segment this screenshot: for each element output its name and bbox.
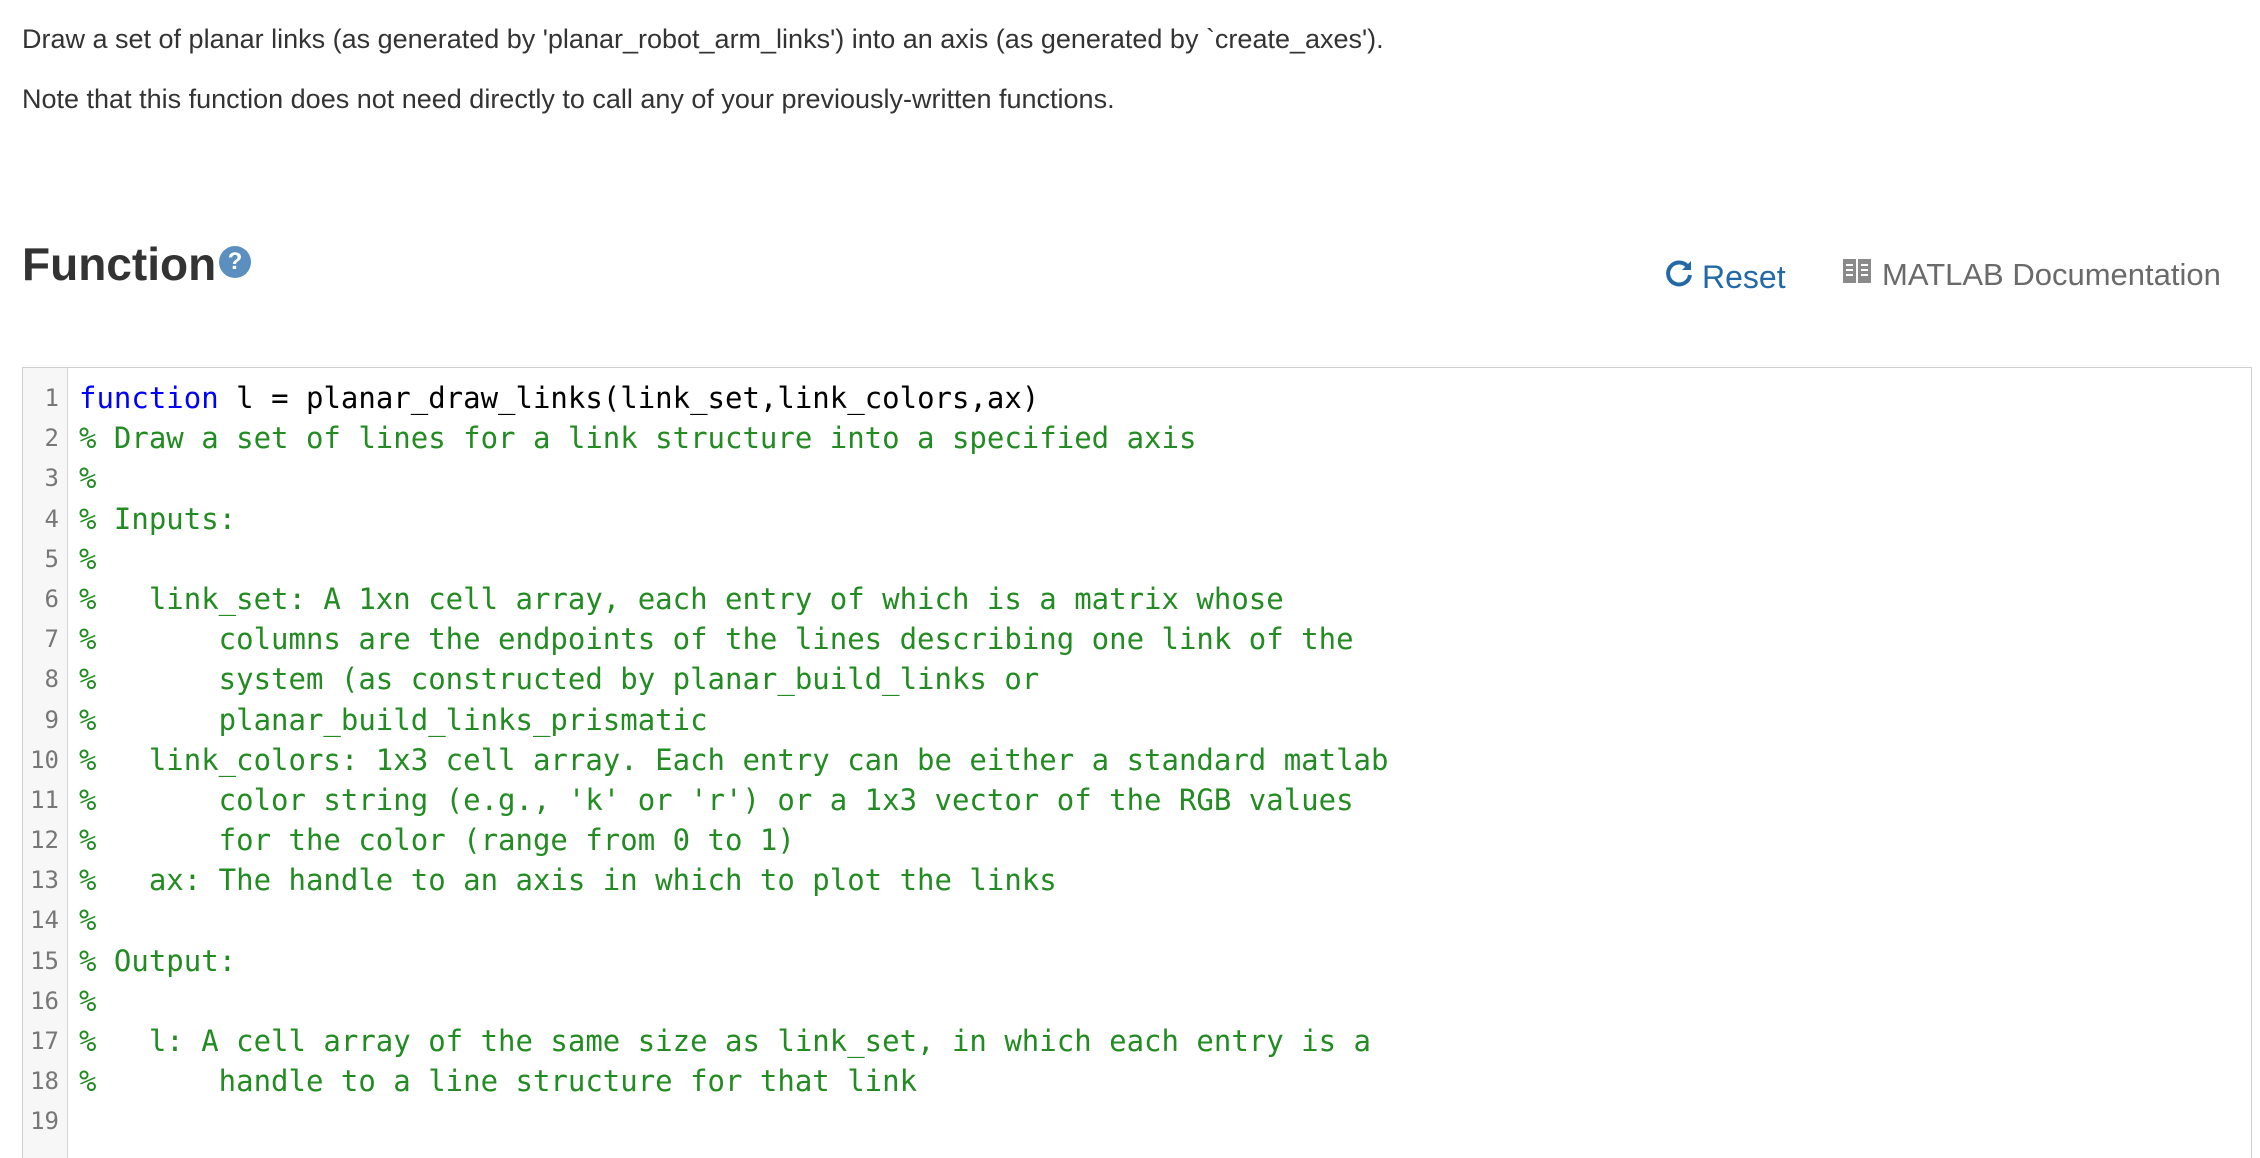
comment-token: % <box>79 984 96 1018</box>
code-line[interactable]: 11 % color string (e.g., 'k' or 'r') or a… <box>23 780 2251 820</box>
description-line-2: Note that this function does not need di… <box>22 81 1115 117</box>
comment-token: % <box>79 542 96 576</box>
code-text: function l = planar_draw_links(link_set,… <box>67 378 1039 418</box>
code-line[interactable]: 10 % link_colors: 1x3 cell array. Each en… <box>23 740 2251 780</box>
comment-token: % ax: The handle to an axis in which to … <box>79 863 1057 897</box>
code-text: % <box>67 900 96 940</box>
line-number: 19 <box>23 1101 67 1141</box>
comment-token: % Inputs: <box>79 502 236 536</box>
code-text: % link_set: A 1xn cell array, each entry… <box>67 579 1284 619</box>
documentation-label: MATLAB Documentation <box>1882 257 2221 293</box>
code-line[interactable]: 7 % columns are the endpoints of the line… <box>23 619 2251 659</box>
code-line[interactable]: 12 % for the color (range from 0 to 1) <box>23 820 2251 860</box>
code-text <box>67 1101 79 1141</box>
code-line[interactable]: 5% <box>23 539 2251 579</box>
code-text: % Output: <box>67 941 236 981</box>
line-number: 7 <box>23 619 67 659</box>
code-line[interactable]: 15 % Output: <box>23 941 2251 981</box>
comment-token: % color string (e.g., 'k' or 'r') or a 1… <box>79 783 1354 817</box>
line-number: 4 <box>23 499 67 539</box>
description-line-1: Draw a set of planar links (as generated… <box>22 21 1384 57</box>
line-number: 1 <box>23 378 67 418</box>
line-number: 9 <box>23 700 67 740</box>
code-line[interactable]: 14% <box>23 900 2251 940</box>
code-editor[interactable]: 1function l = planar_draw_links(link_set… <box>22 367 2252 1158</box>
code-text: % system (as constructed by planar_build… <box>67 659 1039 699</box>
code-text: % handle to a line structure for that li… <box>67 1061 917 1101</box>
code-text: % <box>67 539 96 579</box>
line-number: 15 <box>23 941 67 981</box>
comment-token: % system (as constructed by planar_build… <box>79 662 1039 696</box>
code-line[interactable]: 17 % l: A cell array of the same size as … <box>23 1021 2251 1061</box>
keyword-token: function <box>79 381 219 415</box>
comment-token: % link_set: A 1xn cell array, each entry… <box>79 582 1284 616</box>
line-number: 13 <box>23 860 67 900</box>
code-text: % Draw a set of lines for a link structu… <box>67 418 1196 458</box>
code-line[interactable]: 13 % ax: The handle to an axis in which t… <box>23 860 2251 900</box>
refresh-icon <box>1664 258 1694 296</box>
code-text: % columns are the endpoints of the lines… <box>67 619 1354 659</box>
code-lines[interactable]: 1function l = planar_draw_links(link_set… <box>23 378 2251 1142</box>
code-line[interactable]: 16% <box>23 981 2251 1021</box>
code-text: % Inputs: <box>67 499 236 539</box>
line-number: 18 <box>23 1061 67 1101</box>
line-number: 12 <box>23 820 67 860</box>
line-number: 14 <box>23 900 67 940</box>
comment-token: % Output: <box>79 944 236 978</box>
code-text: % <box>67 458 96 498</box>
comment-token: % <box>79 903 96 937</box>
line-number: 8 <box>23 659 67 699</box>
code-line[interactable]: 9 % planar_build_links_prismatic <box>23 700 2251 740</box>
section-title: Function <box>22 236 216 292</box>
code-line[interactable]: 8 % system (as constructed by planar_buil… <box>23 659 2251 699</box>
code-line[interactable]: 4 % Inputs: <box>23 499 2251 539</box>
code-text: % ax: The handle to an axis in which to … <box>67 860 1057 900</box>
code-text: % <box>67 981 96 1021</box>
code-text: % color string (e.g., 'k' or 'r') or a 1… <box>67 780 1354 820</box>
code-line[interactable]: 3% <box>23 458 2251 498</box>
line-number: 16 <box>23 981 67 1021</box>
comment-token: % <box>79 461 96 495</box>
comment-token: % planar_build_links_prismatic <box>79 703 708 737</box>
comment-token: % l: A cell array of the same size as li… <box>79 1024 1371 1058</box>
line-number: 17 <box>23 1021 67 1061</box>
code-text: % link_colors: 1x3 cell array. Each entr… <box>67 740 1388 780</box>
comment-token: % link_colors: 1x3 cell array. Each entr… <box>79 743 1388 777</box>
comment-token: % Draw a set of lines for a link structu… <box>79 421 1196 455</box>
comment-token: % columns are the endpoints of the lines… <box>79 622 1354 656</box>
code-token: l = planar_draw_links(link_set,link_colo… <box>219 381 1040 415</box>
comment-token: % handle to a line structure for that li… <box>79 1064 917 1098</box>
book-icon <box>1842 257 1872 293</box>
line-number: 3 <box>23 458 67 498</box>
code-line[interactable]: 19 <box>23 1101 2251 1141</box>
line-number: 2 <box>23 418 67 458</box>
code-text: % for the color (range from 0 to 1) <box>67 820 795 860</box>
code-line[interactable]: 2 % Draw a set of lines for a link struct… <box>23 418 2251 458</box>
reset-label: Reset <box>1702 259 1786 296</box>
code-line[interactable]: 1function l = planar_draw_links(link_set… <box>23 378 2251 418</box>
line-number: 11 <box>23 780 67 820</box>
code-text: % l: A cell array of the same size as li… <box>67 1021 1371 1061</box>
code-line[interactable]: 6 % link_set: A 1xn cell array, each entr… <box>23 579 2251 619</box>
comment-token: % for the color (range from 0 to 1) <box>79 823 795 857</box>
code-line[interactable]: 18 % handle to a line structure for that … <box>23 1061 2251 1101</box>
reset-button[interactable]: Reset <box>1664 254 1786 300</box>
line-number: 6 <box>23 579 67 619</box>
line-number: 5 <box>23 539 67 579</box>
code-text: % planar_build_links_prismatic <box>67 700 708 740</box>
question-circle-icon[interactable]: ? <box>219 246 251 278</box>
matlab-documentation-link[interactable]: MATLAB Documentation <box>1842 252 2221 298</box>
line-number: 10 <box>23 740 67 780</box>
